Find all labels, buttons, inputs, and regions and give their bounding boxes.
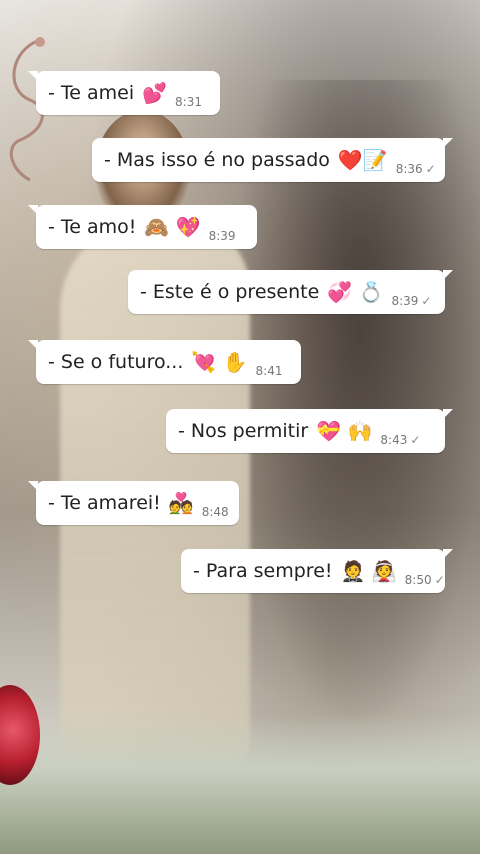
emoji-icon: 💞 💍: [327, 280, 384, 304]
emoji-icon: 💘 ✋: [191, 350, 248, 374]
emoji-icon: 💕: [142, 81, 168, 105]
message-bubble[interactable]: - Te amo! 🙈 💖 8:39: [28, 205, 257, 249]
message-bubble[interactable]: - Te amei 💕 8:31: [28, 71, 220, 115]
message-text: - Te amarei!: [48, 492, 161, 514]
message-text: - Nos permitir: [178, 420, 309, 442]
sent-check-icon: ✓: [425, 162, 436, 176]
sent-check-icon: ✓: [410, 433, 421, 447]
message-bubble[interactable]: - Nos permitir 💝 🙌 8:43 ✓: [166, 409, 453, 453]
message-time: 8:36: [395, 162, 423, 176]
emoji-icon: 💝 🙌: [316, 419, 373, 443]
sent-check-icon: ✓: [434, 573, 445, 587]
message-meta: 8:31: [175, 95, 202, 109]
message-meta: 8:48: [202, 505, 229, 519]
message-meta: 8:36 ✓: [396, 162, 436, 176]
message-bubble[interactable]: - Se o futuro... 💘 ✋ 8:41: [28, 340, 301, 384]
message-bubble[interactable]: - Para sempre! 🤵 👰 8:50 ✓: [181, 549, 453, 593]
message-time: 8:39: [391, 294, 419, 308]
message-time: 8:43: [380, 433, 408, 447]
message-meta: 8:39 ✓: [391, 294, 431, 308]
message-text: - Mas isso é no passado: [104, 149, 330, 171]
message-bubble[interactable]: - Te amarei! 💑 8:48: [28, 481, 239, 525]
message-text: - Se o futuro...: [48, 351, 184, 373]
message-meta: 8:41: [256, 364, 283, 378]
message-time: 8:41: [255, 364, 283, 378]
message-text: - Para sempre!: [193, 560, 333, 582]
message-time: 8:48: [201, 505, 229, 519]
message-text: - Te amo!: [48, 216, 137, 238]
message-bubble[interactable]: - Este é o presente 💞 💍 8:39 ✓: [128, 270, 453, 314]
background-ground: [0, 714, 480, 854]
emoji-icon: ❤️📝: [337, 148, 388, 172]
emoji-icon: 🤵 👰: [340, 559, 397, 583]
emoji-icon: 💑: [168, 491, 194, 515]
message-meta: 8:43 ✓: [380, 433, 420, 447]
message-time: 8:50: [404, 573, 432, 587]
sent-check-icon: ✓: [421, 294, 432, 308]
message-meta: 8:39: [209, 229, 236, 243]
message-meta: 8:50 ✓: [405, 573, 445, 587]
message-bubble[interactable]: - Mas isso é no passado ❤️📝 8:36 ✓: [92, 138, 453, 182]
message-time: 8:39: [208, 229, 236, 243]
message-time: 8:31: [175, 95, 202, 109]
emoji-icon: 🙈 💖: [144, 215, 201, 239]
message-text: - Te amei: [48, 82, 135, 104]
message-text: - Este é o presente: [140, 281, 320, 303]
